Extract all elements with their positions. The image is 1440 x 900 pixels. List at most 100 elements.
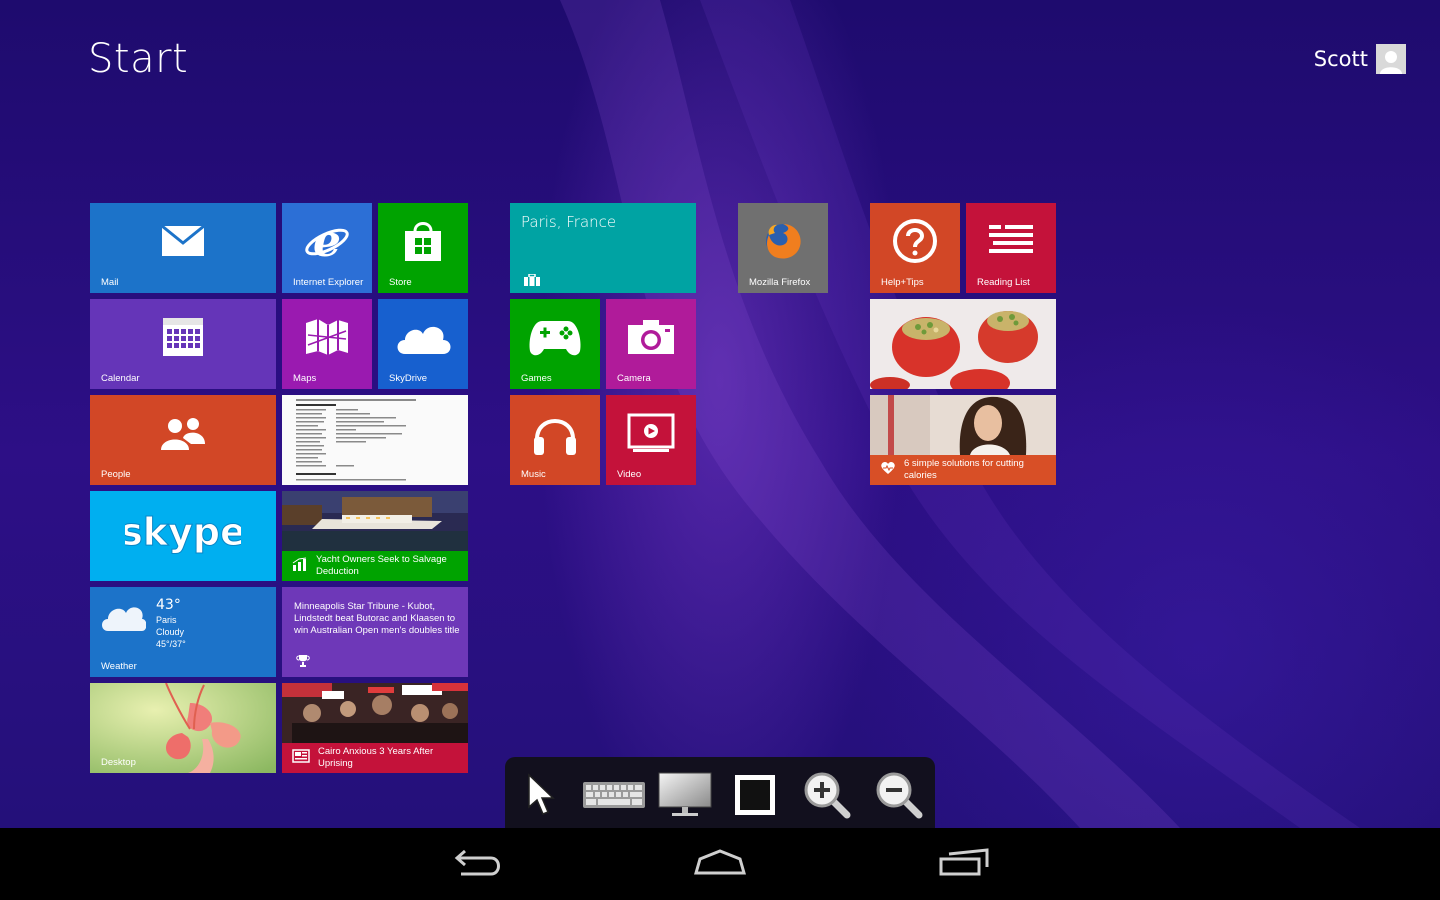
fullscreen-tool-button[interactable] — [727, 771, 783, 823]
cloud-sun-icon — [100, 601, 147, 639]
finance-headline: Yacht Owners Seek to Salvage Deduction — [316, 554, 447, 577]
skydrive-tile[interactable]: SkyDrive — [378, 299, 468, 389]
tile-label: Mozilla Firefox — [749, 277, 811, 288]
tile-label: Maps — [293, 373, 317, 384]
video-tile[interactable]: Video — [606, 395, 696, 485]
games-tile[interactable]: Games — [510, 299, 600, 389]
stuffed-tomatoes-image — [870, 299, 1056, 389]
svg-text:e: e — [313, 218, 341, 264]
home-icon — [692, 847, 748, 881]
zoom-in-icon — [802, 770, 852, 824]
tile-label: Reading List — [977, 277, 1030, 288]
suitcase-icon — [524, 271, 540, 290]
protest-photo-image — [282, 683, 468, 743]
help-tips-tile[interactable]: Help+Tips — [870, 203, 960, 293]
gamepad-icon — [528, 317, 582, 361]
reading-list-tile[interactable]: Reading List — [966, 203, 1056, 293]
recent-apps-icon — [937, 847, 991, 881]
travel-destination: Paris, France — [521, 213, 617, 231]
yacht-photo-image — [282, 491, 468, 551]
sports-news-tile[interactable]: Minneapolis Star Tribune - Kubot, Lindst… — [282, 587, 468, 677]
desktop-tile[interactable]: Desktop — [90, 683, 276, 773]
pointer-tool-button[interactable] — [513, 771, 569, 823]
user-avatar-icon — [1376, 44, 1406, 74]
tile-label: People — [101, 469, 131, 480]
weather-condition: Cloudy — [156, 627, 185, 637]
skype-logo-text: skype — [125, 510, 241, 554]
tile-label: Calendar — [101, 373, 140, 384]
display-tool-button[interactable] — [655, 771, 715, 823]
back-button[interactable] — [447, 844, 507, 884]
user-account[interactable]: Scott — [1314, 44, 1406, 74]
zoom-in-tool-button[interactable] — [799, 771, 855, 823]
internet-explorer-icon: e — [304, 216, 350, 268]
maps-icon — [304, 317, 350, 361]
news-tile[interactable]: Cairo Anxious 3 Years After Uprising — [282, 683, 468, 773]
home-button[interactable] — [690, 844, 750, 884]
document-preview-tile[interactable] — [282, 395, 468, 485]
video-icon — [627, 413, 675, 457]
remote-toolbar — [505, 757, 935, 828]
people-tile[interactable]: People — [90, 395, 276, 485]
tile-label: Weather — [101, 661, 137, 672]
keyboard-tool-button[interactable] — [579, 771, 649, 823]
maps-tile[interactable]: Maps — [282, 299, 372, 389]
tile-label: Camera — [617, 373, 651, 384]
music-tile[interactable]: Music — [510, 395, 600, 485]
tile-label: Mail — [101, 277, 119, 288]
tile-label: Video — [617, 469, 642, 480]
store-icon — [403, 219, 443, 267]
cloud-icon — [393, 318, 453, 360]
finance-chart-icon — [292, 557, 308, 575]
food-tile[interactable] — [870, 299, 1056, 389]
finance-news-strip: Yacht Owners Seek to Salvage Deduction — [282, 551, 468, 581]
mail-tile[interactable]: Mail — [90, 203, 276, 293]
back-icon — [451, 847, 503, 881]
health-tile[interactable]: 6 simple solutions for cutting calories — [870, 395, 1056, 485]
health-heart-icon — [880, 461, 896, 479]
travel-tile[interactable]: Paris, France — [510, 203, 696, 293]
health-strip: 6 simple solutions for cutting calories — [870, 455, 1056, 485]
trophy-icon — [296, 653, 310, 672]
zoom-out-icon — [874, 770, 924, 824]
monitor-icon — [658, 771, 712, 823]
woman-photo-image — [870, 395, 1056, 455]
recent-apps-button[interactable] — [934, 844, 994, 884]
mail-icon — [161, 224, 205, 261]
newspaper-icon — [292, 749, 310, 767]
mouse-pointer-icon — [526, 773, 556, 821]
sports-headline: Minneapolis Star Tribune - Kubot, Lindst… — [294, 601, 460, 636]
help-icon — [892, 218, 938, 268]
tile-label: Store — [389, 277, 412, 288]
internet-explorer-tile[interactable]: e Internet Explorer — [282, 203, 372, 293]
weather-city: Paris — [156, 615, 177, 625]
finance-news-tile[interactable]: Yacht Owners Seek to Salvage Deduction — [282, 491, 468, 581]
zoom-out-tool-button[interactable] — [871, 771, 927, 823]
news-strip: Cairo Anxious 3 Years After Uprising — [282, 743, 468, 773]
store-tile[interactable]: Store — [378, 203, 468, 293]
health-headline: 6 simple solutions for cutting calories — [904, 458, 1024, 481]
camera-tile[interactable]: Camera — [606, 299, 696, 389]
firefox-tile[interactable]: Mozilla Firefox — [738, 203, 828, 293]
weather-temperature: 43° — [156, 597, 181, 613]
firefox-icon — [763, 221, 803, 265]
page-title: Start — [88, 36, 189, 82]
user-name: Scott — [1313, 47, 1368, 71]
tile-label: SkyDrive — [389, 373, 428, 384]
headphones-icon — [531, 409, 579, 461]
tile-label: Desktop — [101, 757, 136, 768]
document-preview-image — [282, 395, 468, 485]
keyboard-icon — [582, 781, 646, 813]
tile-label: Internet Explorer — [293, 277, 364, 288]
camera-icon — [627, 319, 675, 359]
news-headline: Cairo Anxious 3 Years After Uprising — [318, 746, 434, 769]
skype-tile[interactable]: skype — [90, 491, 276, 581]
tile-label: Games — [521, 373, 552, 384]
fullscreen-icon — [733, 773, 777, 821]
tile-label: Music — [521, 469, 546, 480]
weather-tile[interactable]: 43° Paris Cloudy 45°/37° Weather — [90, 587, 276, 677]
calendar-tile[interactable]: Calendar — [90, 299, 276, 389]
weather-range: 45°/37° — [156, 639, 186, 649]
skype-icon: skype — [120, 509, 247, 563]
tile-label: Help+Tips — [881, 277, 924, 288]
